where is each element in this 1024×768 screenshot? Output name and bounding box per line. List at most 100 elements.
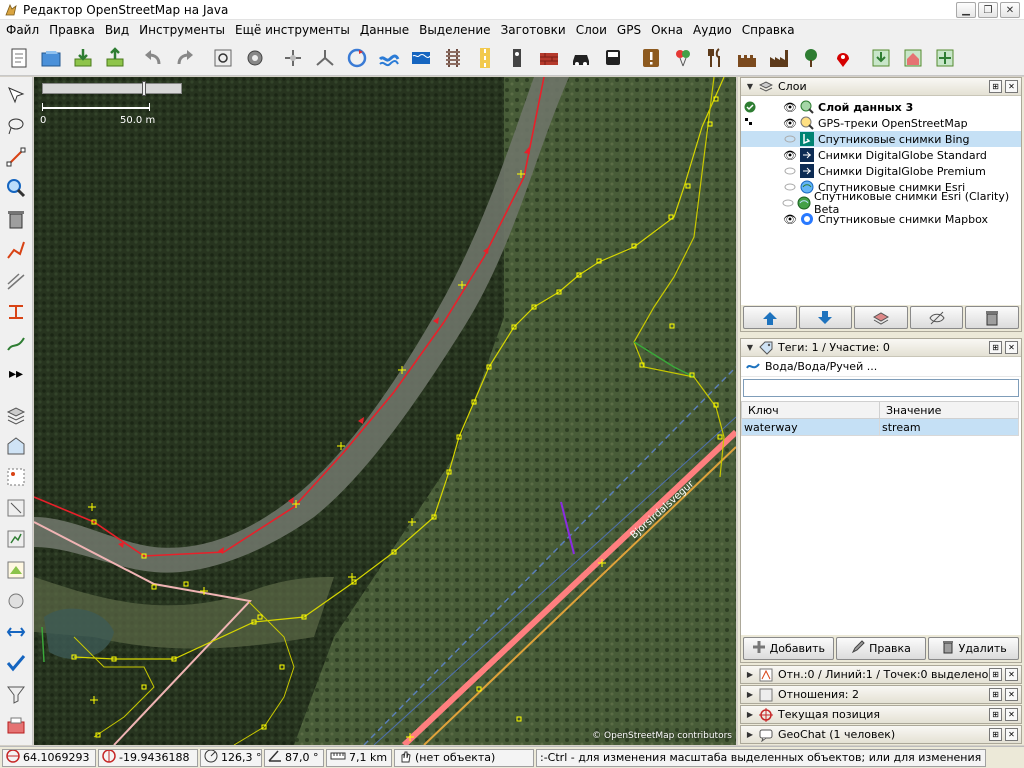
water-preset-icon[interactable] (406, 43, 436, 73)
select-mode-icon[interactable] (2, 81, 30, 109)
preferences-icon[interactable] (240, 43, 270, 73)
improve-way-icon[interactable] (2, 236, 30, 264)
layer-row[interactable]: 👁 Слой данных 3 (741, 99, 1021, 115)
toggle-relations-icon[interactable] (2, 494, 30, 522)
delete-tag-button[interactable]: Удалить (928, 637, 1020, 660)
new-layer-icon[interactable] (4, 43, 34, 73)
warning-preset-icon[interactable] (636, 43, 666, 73)
plugin-home-icon[interactable] (898, 43, 928, 73)
geochat-panel-header[interactable]: ▶ GeoChat (1 человек) ⊞ ✕ (740, 725, 1022, 744)
position-panel-header[interactable]: ▶ Текущая позиция ⊞ ✕ (740, 705, 1022, 724)
visibility-off-icon[interactable] (781, 135, 799, 143)
layer-row[interactable]: Снимки DigitalGlobe Premium (741, 163, 1021, 179)
close-panel-icon[interactable]: ✕ (1005, 688, 1018, 701)
tree-preset-icon[interactable] (796, 43, 826, 73)
selection-panel-header[interactable]: ▶ Отн.:0 / Линий:1 / Точек:0 выделено ⊞ ✕ (740, 665, 1022, 684)
toggle-filter-icon[interactable] (2, 587, 30, 615)
detach-icon[interactable]: ⊞ (989, 668, 1002, 681)
visibility-off-icon[interactable] (781, 183, 799, 191)
close-panel-icon[interactable]: ✕ (1005, 341, 1018, 354)
barrier-preset-icon[interactable] (502, 43, 532, 73)
tag-value-cell[interactable]: stream (879, 418, 1019, 436)
preset-link[interactable]: Вода/Вода/Ручей ... (741, 357, 1021, 377)
visibility-off-icon[interactable] (781, 167, 799, 175)
bus-preset-icon[interactable] (598, 43, 628, 73)
tags-panel-header[interactable]: ▼ Теги: 1 / Участие: 0 ⊞ ✕ (741, 339, 1021, 357)
close-panel-icon[interactable]: ✕ (1005, 80, 1018, 93)
close-button[interactable]: ✕ (1000, 2, 1020, 18)
expand-icon[interactable]: ▶ (745, 730, 755, 740)
delete-layer-icon[interactable] (965, 306, 1019, 329)
add-tag-button[interactable]: Добавить (743, 637, 834, 660)
move-down-icon[interactable] (798, 306, 853, 329)
parallel-way-icon[interactable] (2, 267, 30, 295)
detach-icon[interactable]: ⊞ (989, 80, 1002, 93)
visibility-off-icon[interactable] (780, 199, 797, 207)
maximize-button[interactable]: ❐ (978, 2, 998, 18)
delete-mode-icon[interactable] (2, 205, 30, 233)
menu-help[interactable]: Справка (738, 23, 799, 37)
menu-data[interactable]: Данные (356, 23, 413, 37)
combine-way-icon[interactable] (278, 43, 308, 73)
toggle-layers-icon[interactable] (2, 401, 30, 429)
close-panel-icon[interactable]: ✕ (1005, 708, 1018, 721)
more-tools-icon[interactable]: ▸▸ (2, 360, 30, 388)
undo-icon[interactable] (138, 43, 168, 73)
expand-icon[interactable]: ▶ (745, 690, 755, 700)
wall-preset-icon[interactable] (534, 43, 564, 73)
toggle-notes-icon[interactable] (2, 711, 30, 739)
castle-preset-icon[interactable] (732, 43, 762, 73)
edit-tag-button[interactable]: Правка (835, 637, 927, 660)
menu-selection[interactable]: Выделение (415, 23, 494, 37)
layers-panel-header[interactable]: ▼ Слои ⊞ ✕ (741, 78, 1021, 96)
poi-marker-icon[interactable] (828, 43, 858, 73)
toggle-filter-funnel-icon[interactable] (2, 680, 30, 708)
layer-row[interactable]: Спутниковые снимки Esri (Clarity) Beta (741, 190, 1021, 216)
toggle-tags-icon[interactable] (2, 432, 30, 460)
upload-icon[interactable] (100, 43, 130, 73)
detach-icon[interactable]: ⊞ (989, 728, 1002, 741)
reverse-way-icon[interactable] (342, 43, 372, 73)
menu-edit[interactable]: Правка (45, 23, 99, 37)
zoom-mode-icon[interactable] (2, 174, 30, 202)
draw-mode-icon[interactable] (2, 143, 30, 171)
expand-icon[interactable]: ▶ (745, 670, 755, 680)
close-panel-icon[interactable]: ✕ (1005, 668, 1018, 681)
tag-row[interactable]: waterway stream (741, 418, 1019, 436)
merge-layers-icon[interactable] (854, 306, 908, 329)
collapse-icon[interactable]: ▼ (745, 343, 755, 353)
zoom-data-icon[interactable] (208, 43, 238, 73)
layer-row[interactable]: 👁 Спутниковые снимки Mapbox (741, 211, 1021, 227)
menu-tools[interactable]: Инструменты (135, 23, 229, 37)
menu-more-tools[interactable]: Ещё инструменты (231, 23, 354, 37)
restaurant-preset-icon[interactable] (700, 43, 730, 73)
key-column-header[interactable]: Ключ (741, 401, 880, 419)
collapse-icon[interactable]: ▼ (745, 82, 755, 92)
extrude-icon[interactable] (2, 298, 30, 326)
way-tool-icon[interactable] (2, 329, 30, 357)
split-way-icon[interactable] (310, 43, 340, 73)
toggle-validate-icon[interactable] (2, 649, 30, 677)
detach-icon[interactable]: ⊞ (989, 341, 1002, 354)
value-column-header[interactable]: Значение (879, 401, 1019, 419)
download-icon[interactable] (68, 43, 98, 73)
car-preset-icon[interactable] (566, 43, 596, 73)
open-file-icon[interactable] (36, 43, 66, 73)
toggle-conflicts-icon[interactable] (2, 556, 30, 584)
preset-search-field[interactable] (743, 379, 1019, 397)
layer-row[interactable]: Спутниковые снимки Bing (741, 131, 1021, 147)
map-view[interactable]: Bjorsirdalsvegur 0 50.0 m © OpenStreetMa… (34, 77, 736, 745)
detach-icon[interactable]: ⊞ (989, 708, 1002, 721)
detach-icon[interactable]: ⊞ (989, 688, 1002, 701)
minimize-button[interactable]: ▁ (956, 2, 976, 18)
layer-row[interactable]: 👁 GPS-треки OpenStreetMap (741, 115, 1021, 131)
menu-gps[interactable]: GPS (613, 23, 645, 37)
menu-audio[interactable]: Аудио (689, 23, 736, 37)
relations-panel-header[interactable]: ▶ Отношения: 2 ⊞ ✕ (740, 685, 1022, 704)
visibility-eye-icon[interactable]: 👁 (781, 101, 799, 114)
tag-key-cell[interactable]: waterway (741, 418, 880, 436)
menu-windows[interactable]: Окна (647, 23, 687, 37)
move-up-icon[interactable] (743, 306, 797, 329)
redo-icon[interactable] (170, 43, 200, 73)
close-panel-icon[interactable]: ✕ (1005, 728, 1018, 741)
